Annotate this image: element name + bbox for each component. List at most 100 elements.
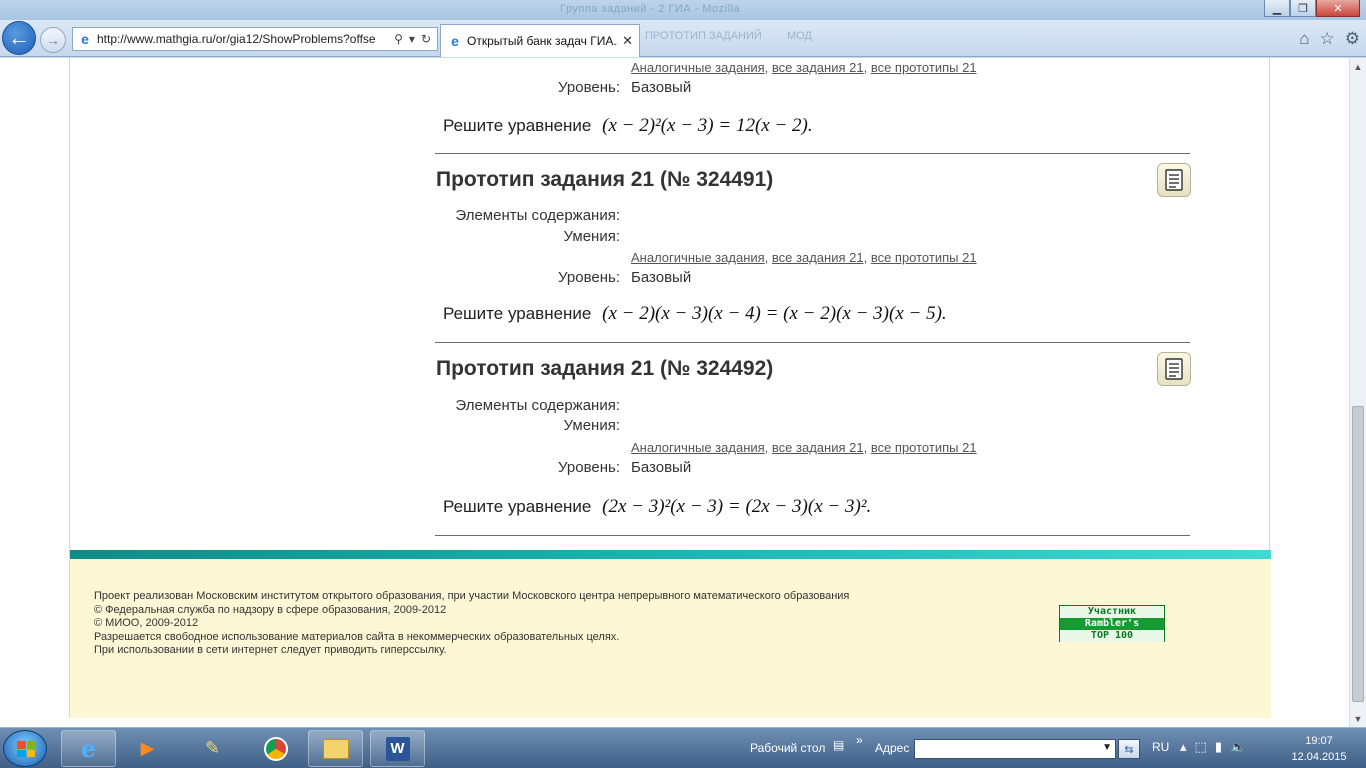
page-content: Аналогичные задания, все задания 21, все… (69, 58, 1271, 718)
show-solution-button[interactable] (1157, 163, 1191, 197)
ie-page-icon: e (81, 31, 89, 47)
windows-taskbar: e ▶ ✎ W Рабочий стол ▤ » Адрес ▼ ⇆ RU ▴ … (0, 727, 1366, 768)
arrow-left-icon: ← (8, 25, 30, 50)
new-tab-ghost[interactable]: ПРОТОТИП ЗАДАНИЙ (645, 30, 762, 42)
footer-line: Проект реализован Московским институтом … (94, 590, 850, 602)
footer-line: При использовании в сети интернет следуе… (94, 644, 447, 656)
taskbar-explorer[interactable] (308, 730, 363, 767)
gear-icon[interactable]: ⚙ (1345, 29, 1360, 49)
similar-links-2: Аналогичные задания, все задания 21, все… (631, 440, 977, 455)
problem-prefix: Решите уравнение (443, 497, 592, 516)
address-actions: ⚲ ▾ ↻ (388, 32, 437, 46)
url-text[interactable]: http://www.mathgia.ru/or/gia12/ShowProbl… (97, 32, 388, 46)
level-label: Уровень: (558, 79, 620, 96)
home-icon[interactable]: ⌂ (1299, 29, 1309, 49)
rambler-line: Участник (1060, 606, 1164, 618)
link-all-prototypes[interactable]: все прототипы 21 (871, 250, 977, 265)
taskbar-ie[interactable]: e (61, 730, 116, 767)
network-signal-icon[interactable]: ▮ (1215, 739, 1222, 755)
system-tray: ▴ ⬚ ▮ 🔈 (1180, 739, 1246, 755)
ie-tab-icon: e (451, 33, 459, 49)
desktop-toolbar-label[interactable]: Рабочий стол (750, 741, 825, 755)
restore-button[interactable]: ❐ (1290, 0, 1316, 17)
taskbar-paint[interactable]: ✎ (185, 730, 240, 767)
tab-title: Открытый банк задач ГИА... (467, 34, 619, 48)
document-icon (1165, 358, 1183, 380)
window-controls: ▁ ❐ ✕ (1264, 0, 1360, 17)
link-all-tasks[interactable]: все задания 21 (772, 60, 864, 75)
link-similar[interactable]: Аналогичные задания (631, 250, 765, 265)
problem-prefix: Решите уравнение (443, 304, 592, 323)
tab-close-icon[interactable]: ✕ (618, 33, 633, 49)
refresh-icon[interactable]: ↻ (421, 32, 431, 46)
taskbar-media[interactable]: ▶ (120, 730, 175, 767)
toolbar-chevron[interactable]: » (856, 733, 863, 747)
taskbar-word[interactable]: W (370, 730, 425, 767)
new-tab-ghost-2[interactable]: МОД (787, 30, 812, 42)
scroll-up-icon[interactable]: ▲ (1350, 58, 1366, 75)
divider (435, 535, 1190, 536)
vertical-scrollbar[interactable]: ▲ ▼ (1349, 58, 1366, 727)
problem-statement: Решите уравнение (x − 2)²(x − 3) = 12(x … (443, 115, 813, 137)
volume-icon[interactable]: 🔈 (1230, 739, 1246, 755)
forward-button[interactable]: → (40, 27, 66, 53)
content-elements-label: Элементы содержания: (455, 397, 620, 414)
rambler-top100-badge[interactable]: Участник Rambler's TOP 100 (1059, 605, 1165, 642)
site-footer: Проект реализован Московским институтом … (70, 559, 1271, 718)
skills-label: Умения: (563, 417, 620, 434)
browser-tools: ⌂ ☆ ⚙ (1299, 29, 1360, 49)
scroll-thumb[interactable] (1352, 406, 1364, 702)
footer-line: © Федеральная служба по надзору в сфере … (94, 603, 447, 616)
dropdown-icon[interactable]: ▾ (409, 32, 415, 46)
close-button[interactable]: ✕ (1316, 0, 1360, 17)
windows-logo-icon (17, 741, 35, 757)
equation: (2x − 3)²(x − 3) = (2x − 3)(x − 3)². (602, 496, 872, 517)
favorites-star-icon[interactable]: ☆ (1320, 29, 1335, 49)
search-icon[interactable]: ⚲ (394, 32, 403, 46)
clock-time: 19:07 (1305, 735, 1333, 747)
link-all-prototypes[interactable]: все прототипы 21 (871, 440, 977, 455)
link-similar[interactable]: Аналогичные задания (631, 440, 765, 455)
language-indicator[interactable]: RU (1152, 740, 1169, 754)
taskbar-chrome[interactable] (248, 730, 303, 767)
chevron-down-icon[interactable]: ▼ (1102, 742, 1112, 753)
problem-prefix: Решите уравнение (443, 116, 592, 135)
link-all-tasks[interactable]: все задания 21 (772, 250, 864, 265)
problem-statement: Решите уравнение (2x − 3)²(x − 3) = (2x … (443, 496, 871, 518)
address-bar[interactable]: e http://www.mathgia.ru/or/gia12/ShowPro… (72, 27, 438, 51)
media-player-icon: ▶ (140, 738, 155, 758)
arrow-right-icon: → (46, 32, 60, 48)
minimize-button[interactable]: ▁ (1264, 0, 1290, 17)
scroll-down-icon[interactable]: ▼ (1350, 710, 1366, 727)
go-button[interactable]: ⇆ (1118, 739, 1140, 759)
similar-links-0: Аналогичные задания, все задания 21, все… (631, 60, 977, 75)
word-icon: W (385, 736, 410, 761)
show-solution-button[interactable] (1157, 352, 1191, 386)
window-caption: Группа заданий - 2 ГИА - Mozilla (560, 3, 741, 15)
browser-navbar: ← → e http://www.mathgia.ru/or/gia12/Sho… (0, 20, 1366, 57)
page-viewport: Аналогичные задания, все задания 21, все… (0, 58, 1349, 727)
taskbar-address-input[interactable]: ▼ (914, 739, 1116, 759)
left-gutter (0, 58, 69, 727)
problem-statement: Решите уравнение (x − 2)(x − 3)(x − 4) =… (443, 303, 947, 325)
tab-active[interactable]: e Открытый банк задач ГИА... ✕ (440, 24, 640, 57)
link-all-prototypes[interactable]: все прототипы 21 (871, 60, 977, 75)
level-label: Уровень: (558, 459, 620, 476)
divider (435, 153, 1190, 154)
taskbar-clock[interactable]: 19:07 12.04.2015 (1286, 733, 1352, 765)
device-icon[interactable]: ⬚ (1195, 739, 1207, 755)
start-button[interactable] (3, 730, 47, 767)
skills-label: Умения: (563, 228, 620, 245)
desktop-icon[interactable]: ▤ (833, 738, 844, 752)
level-value: Базовый (631, 459, 692, 476)
window-titlebar: Группа заданий - 2 ГИА - Mozilla ▁ ❐ ✕ (0, 0, 1366, 20)
similar-links-1: Аналогичные задания, все задания 21, все… (631, 250, 977, 265)
ie-icon: e (80, 734, 97, 763)
back-button[interactable]: ← (2, 21, 36, 55)
footer-line: © МИОО, 2009-2012 (94, 617, 199, 629)
prototype-title: Прототип задания 21 (№ 324491) (436, 168, 774, 191)
tray-expand-icon[interactable]: ▴ (1180, 739, 1187, 755)
content-elements-label: Элементы содержания: (455, 207, 620, 224)
link-all-tasks[interactable]: все задания 21 (772, 440, 864, 455)
link-similar[interactable]: Аналогичные задания (631, 60, 765, 75)
